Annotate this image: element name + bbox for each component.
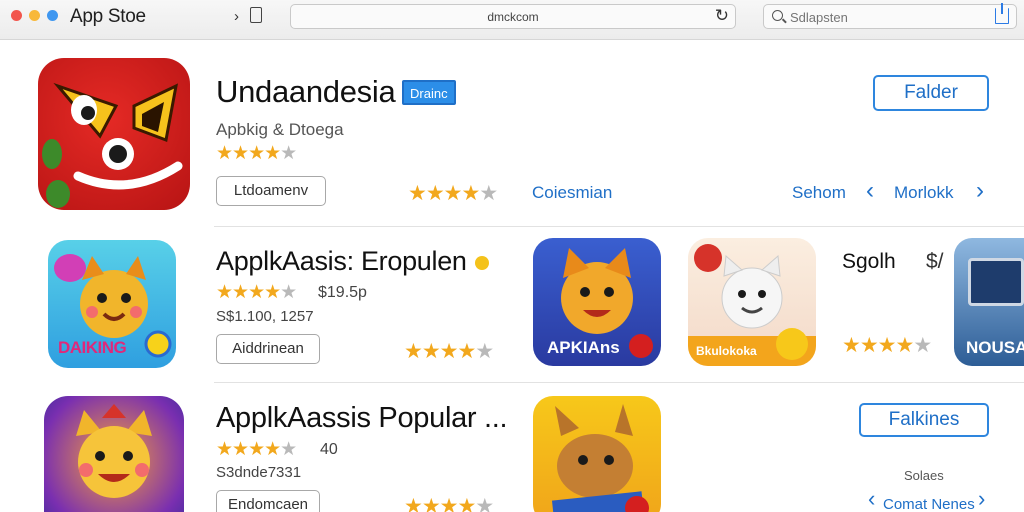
search-input[interactable] — [790, 8, 980, 26]
monitor-icon — [968, 258, 1024, 306]
featured-category-link[interactable]: Coiesmian — [532, 183, 612, 203]
row2-card1-caption: APKIAns — [547, 338, 620, 357]
row2-price-label: $/ — [926, 250, 944, 273]
row2-secondary-rating: ★★★★★ — [404, 340, 494, 363]
row3-app-title[interactable]: ApplkAassis Popular ... — [216, 402, 508, 435]
search-icon — [772, 10, 783, 21]
featured-rating: ★★★★★ — [216, 143, 297, 164]
address-bar[interactable]: dmckcom ↻ — [290, 4, 736, 29]
see-more-link[interactable]: Sehom — [792, 183, 846, 203]
cartoon-kangaroo-icon — [551, 404, 649, 512]
devil-mascot-icon — [42, 82, 183, 208]
row2-price: $19.5p — [318, 284, 367, 301]
document-icon[interactable] — [250, 7, 262, 23]
row2-secondary-button[interactable]: Aiddrinean — [216, 334, 320, 364]
search-bar[interactable] — [763, 3, 1017, 29]
chevron-right-icon[interactable]: › — [978, 486, 985, 512]
row3-action-button[interactable]: Falkines — [859, 403, 989, 437]
chevron-left-icon[interactable]: ‹ — [868, 486, 875, 512]
address-text: dmckcom — [487, 10, 539, 24]
chevron-left-icon[interactable]: ‹ — [866, 177, 874, 205]
row2-card3-caption: NOUSA — [966, 338, 1024, 357]
forward-arrow-icon[interactable]: › — [234, 8, 239, 25]
row3-card1-icon[interactable] — [533, 396, 661, 512]
window-titlebar: App Stoe › dmckcom ↻ — [0, 0, 1024, 40]
row3-app-icon[interactable] — [44, 396, 184, 512]
share-icon[interactable] — [995, 3, 1009, 24]
featured-app-title[interactable]: Undaandesia — [216, 74, 396, 110]
row2-card2-caption: Bkulokoka — [696, 344, 757, 358]
row3-small-label: Solaes — [904, 468, 944, 483]
row2-emoji-icon — [475, 256, 489, 270]
featured-badge: Drainc — [402, 80, 456, 105]
divider — [214, 382, 1024, 383]
row2-card2-icon[interactable]: Bkulokoka — [688, 238, 816, 366]
featured-subtitle: Apbkig & Dtoega — [216, 120, 344, 139]
row2-card2-rating: ★★★★★ — [842, 334, 932, 357]
row2-rating: ★★★★★ — [216, 282, 297, 303]
row3-size-text: S3dnde7331 — [216, 464, 302, 481]
row3-rating-count: 40 — [320, 441, 338, 458]
more-link[interactable]: Morlokk — [894, 183, 954, 203]
app-title: App Stoe — [70, 6, 146, 27]
chevron-right-icon[interactable]: › — [976, 177, 984, 205]
close-window-button[interactable] — [11, 10, 22, 21]
featured-secondary-rating: ★★★★★ — [408, 182, 498, 205]
row2-card3-icon[interactable]: NOUSA — [954, 238, 1024, 366]
row3-rating: ★★★★★ — [216, 439, 297, 460]
row2-app-title[interactable]: ApplkAasis: Eropulen — [216, 246, 467, 277]
row2-icon-caption: DAIKING — [58, 338, 127, 357]
row3-secondary-button[interactable]: Endomcaen — [216, 490, 320, 512]
row2-card1-icon[interactable]: APKIAns — [533, 238, 661, 366]
row2-label: Sgolh — [842, 250, 896, 273]
row3-nav-link[interactable]: Comat Nenes — [883, 496, 975, 512]
zoom-window-button[interactable] — [47, 10, 58, 21]
row3-secondary-rating: ★★★★★ — [404, 495, 494, 512]
featured-action-button[interactable]: Falder — [873, 75, 989, 111]
divider — [214, 226, 1024, 227]
row2-app-icon[interactable]: DAIKING — [48, 240, 176, 368]
featured-app-icon[interactable] — [38, 58, 190, 210]
cartoon-cat-icon — [76, 404, 152, 498]
reload-icon[interactable]: ↻ — [715, 6, 729, 26]
minimize-window-button[interactable] — [29, 10, 40, 21]
featured-secondary-button[interactable]: Ltdoamenv — [216, 176, 326, 206]
row2-size-text: S$1.100, 1257 — [216, 308, 314, 325]
